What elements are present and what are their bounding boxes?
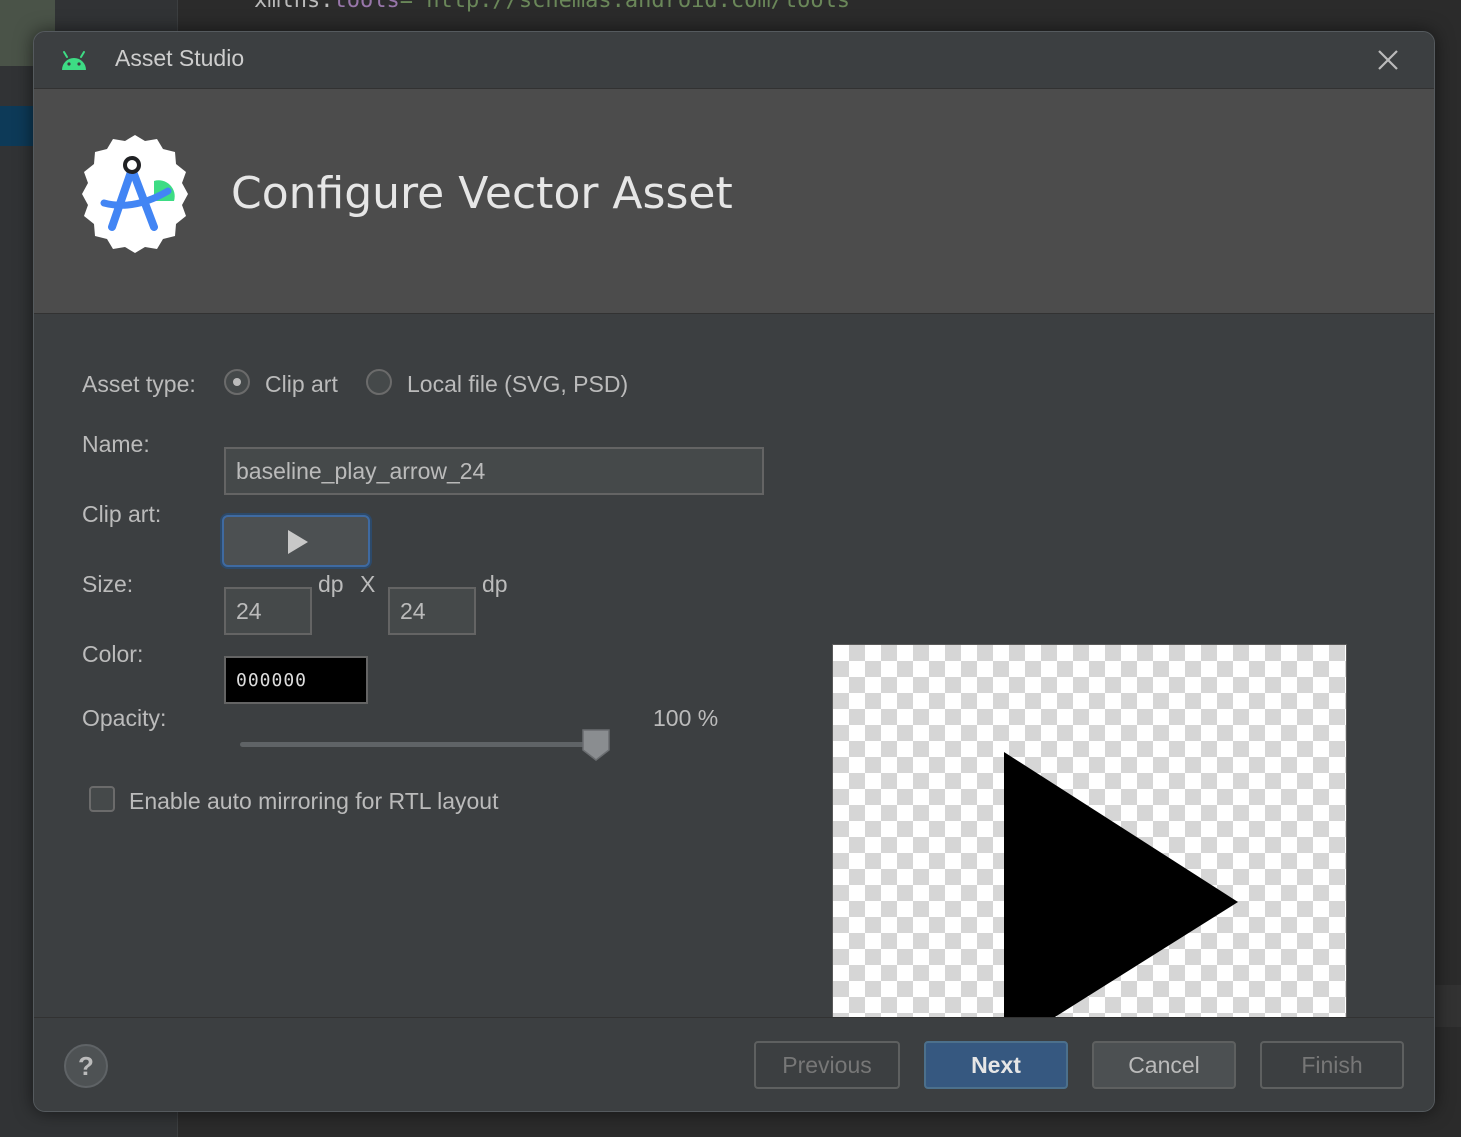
help-button[interactable]: ? (64, 1044, 108, 1088)
asset-type-label: Asset type: (82, 371, 196, 397)
previous-button[interactable]: Previous (754, 1041, 900, 1089)
local-file-radio-label[interactable]: Local file (SVG, PSD) (407, 371, 628, 398)
clip-art-radio-label[interactable]: Clip art (265, 371, 338, 398)
next-button[interactable]: Next (924, 1041, 1068, 1089)
ide-selected-item (0, 106, 33, 146)
wizard-title: Configure Vector Asset (231, 168, 733, 219)
code-line: xmlns:tools="http://schemas.android.com/… (254, 0, 864, 13)
size-separator: X (360, 571, 376, 597)
close-icon[interactable] (1372, 44, 1404, 76)
rtl-mirroring-label[interactable]: Enable auto mirroring for RTL layout (129, 788, 498, 815)
play-arrow-icon (288, 530, 308, 554)
color-picker-field[interactable]: 000000 (224, 656, 368, 704)
size-label: Size: (82, 571, 134, 597)
width-input[interactable]: 24 (224, 587, 312, 635)
clip-art-label: Clip art: (82, 501, 162, 527)
dialog-footer: ? Previous Next Cancel Finish (34, 1017, 1434, 1111)
clip-art-radio[interactable] (224, 369, 250, 395)
asset-studio-dialog: Asset Studio Configure Vector Asset Asse… (33, 31, 1435, 1112)
vector-asset-form: Asset type: Clip art Local file (SVG, PS… (34, 314, 1434, 1111)
local-file-radio[interactable] (366, 369, 392, 395)
color-label: Color: (82, 641, 144, 667)
rtl-mirroring-checkbox[interactable] (89, 786, 115, 812)
height-input[interactable]: 24 (388, 587, 476, 635)
finish-button[interactable]: Finish (1260, 1041, 1404, 1089)
height-unit: dp (482, 571, 508, 597)
name-label: Name: (82, 431, 150, 457)
clip-art-button[interactable] (222, 515, 370, 567)
name-input[interactable]: baseline_play_arrow_24 (224, 447, 764, 495)
opacity-label: Opacity: (82, 705, 167, 731)
width-unit: dp (318, 571, 344, 597)
android-icon (62, 51, 86, 70)
wizard-header: Configure Vector Asset (34, 89, 1434, 314)
opacity-slider-thumb[interactable] (581, 728, 611, 762)
android-studio-logo (82, 135, 188, 253)
dialog-titlebar: Asset Studio (34, 32, 1434, 89)
opacity-value: 100 % (653, 705, 719, 731)
cancel-button[interactable]: Cancel (1092, 1041, 1236, 1089)
dialog-title: Asset Studio (115, 45, 245, 71)
opacity-slider-track[interactable] (240, 742, 596, 747)
